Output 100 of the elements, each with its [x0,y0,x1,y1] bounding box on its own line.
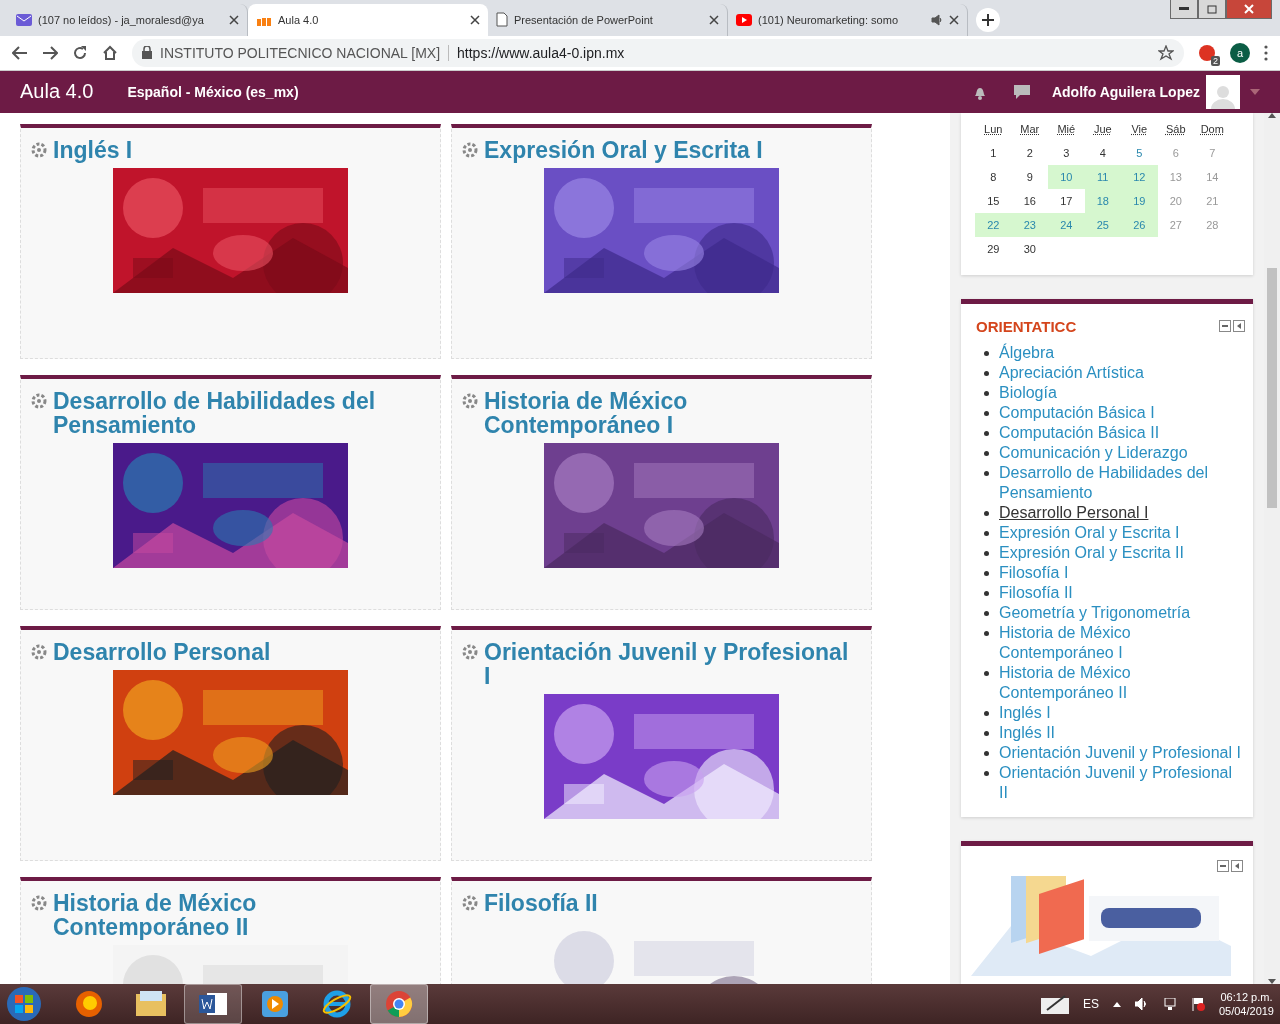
caret-icon[interactable] [1250,88,1260,95]
firefox-icon[interactable] [75,990,103,1018]
course-link[interactable]: Biología [999,382,1057,403]
course-link[interactable]: Expresión Oral y Escrita II [999,542,1184,563]
calendar-day[interactable]: 21 [1194,188,1231,213]
course-title[interactable]: Desarrollo Personal [53,639,271,664]
course-link[interactable]: Computación Básica I [999,402,1155,423]
new-tab-button[interactable] [976,7,1000,32]
course-link[interactable]: Filosofía II [999,582,1073,603]
course-link[interactable]: Orientación Juvenil y Profesional II [999,762,1245,803]
calendar-day[interactable]: 24 [1048,212,1085,237]
calendar-day[interactable]: 18 [1084,188,1121,213]
dock-button[interactable] [1233,320,1245,333]
reload-icon[interactable] [72,44,88,61]
course-link[interactable]: Orientación Juvenil y Profesional I [999,742,1241,763]
network-icon[interactable] [1162,998,1177,1010]
forward-icon[interactable] [42,45,58,60]
media-player-icon[interactable] [262,991,288,1017]
close-button[interactable] [1226,0,1272,19]
calendar-day[interactable]: 6 [1157,140,1194,165]
language-menu[interactable]: Español - México (es_mx) [127,83,972,100]
calendar-day[interactable]: 11 [1084,164,1121,189]
calendar-day[interactable]: 27 [1157,212,1194,237]
calendar-day[interactable]: 1 [975,140,1012,165]
calendar-day[interactable]: 16 [1011,188,1048,213]
calendar-day[interactable]: 15 [975,188,1012,213]
calendar-day[interactable]: 10 [1048,164,1085,189]
scrollbar[interactable] [1264,112,1280,984]
dock-button[interactable] [1231,859,1243,872]
volume-icon[interactable] [1134,998,1149,1010]
course-link[interactable]: Historia de México Contemporáneo I [999,622,1245,663]
course-title[interactable]: Historia de México Contemporáneo II [53,890,430,939]
site-brand[interactable]: Aula 4.0 [20,80,94,104]
address-bar[interactable]: INSTITUTO POLITECNICO NACIONAL [MX] https://www.aula4-0.ipn.mx [132,38,1184,67]
menu-icon[interactable] [1264,44,1268,61]
user-avatar[interactable] [1206,74,1240,109]
start-button[interactable] [6,986,42,1022]
user-name[interactable]: Adolfo Aguilera Lopez [1051,83,1200,100]
course-link[interactable]: Geometría y Trigonometría [999,602,1191,623]
course-link[interactable]: Inglés II [999,722,1056,743]
course-title[interactable]: Filosofía II [484,890,598,915]
tray-arrow-icon[interactable] [1112,1001,1121,1007]
course-link[interactable]: Expresión Oral y Escrita I [999,522,1180,543]
calendar-day[interactable]: 12 [1121,164,1158,189]
minimize-button[interactable] [1170,0,1198,19]
close-icon[interactable] [470,14,480,25]
course-link[interactable]: Desarrollo de Habilidades del Pensamiento [999,462,1245,503]
collapse-button[interactable] [1219,320,1231,333]
calendar-day[interactable]: 30 [1011,236,1048,261]
course-link[interactable]: Desarrollo Personal I [999,502,1149,523]
calendar-day[interactable]: 2 [1011,140,1048,165]
profile-avatar[interactable]: a [1230,42,1250,63]
chrome-icon[interactable] [385,990,413,1018]
close-icon[interactable] [949,14,959,25]
clock[interactable]: 06:12 p.m. 05/04/2019 [1218,990,1274,1018]
calendar-day[interactable]: 29 [975,236,1012,261]
course-link[interactable]: Historia de México Contemporáneo II [999,662,1245,703]
maximize-button[interactable] [1198,0,1226,19]
course-title[interactable]: Historia de México Contemporáneo I [484,388,861,437]
calendar-day[interactable]: 28 [1194,212,1231,237]
calendar-day[interactable]: 20 [1157,188,1194,213]
close-icon[interactable] [709,14,719,25]
course-title[interactable]: Orientación Juvenil y Profesional I [484,639,861,688]
course-link[interactable]: Comunicación y Liderazgo [999,442,1188,463]
calendar-day[interactable]: 7 [1194,140,1231,165]
browser-e-icon[interactable] [322,990,352,1018]
calendar-day[interactable]: 4 [1084,140,1121,165]
browser-tab[interactable]: (107 no leídos) - ja_moralesd@ya [8,3,248,36]
collapse-button[interactable] [1217,859,1229,872]
chat-icon[interactable] [1013,84,1030,99]
pen-input-icon[interactable] [1040,994,1069,1014]
calendar-day[interactable]: 26 [1121,212,1158,237]
action-center-icon[interactable] [1190,997,1205,1011]
calendar-day[interactable]: 19 [1121,188,1158,213]
course-link[interactable]: Álgebra [999,342,1055,363]
home-icon[interactable] [102,44,118,61]
course-link[interactable]: Computación Básica II [999,422,1160,443]
star-icon[interactable] [1158,44,1174,61]
course-link[interactable]: Inglés I [999,702,1051,723]
course-link[interactable]: Filosofía I [999,562,1069,583]
word-icon[interactable] [199,991,227,1017]
course-link[interactable]: Apreciación Artística [999,362,1144,383]
back-icon[interactable] [12,45,28,60]
calendar-day[interactable]: 13 [1157,164,1194,189]
scroll-thumb[interactable] [1267,267,1277,508]
calendar-day[interactable]: 23 [1011,212,1048,237]
course-title[interactable]: Desarrollo de Habilidades del Pensamiento [53,388,430,437]
close-icon[interactable] [229,14,239,25]
calendar-day[interactable]: 3 [1048,140,1085,165]
browser-tab[interactable]: Aula 4.0 [248,3,488,36]
calendar-day[interactable]: 17 [1048,188,1085,213]
folder-icon[interactable] [136,991,166,1017]
course-title[interactable]: Inglés I [53,137,133,162]
course-title[interactable]: Expresión Oral y Escrita I [484,137,763,162]
calendar-day[interactable]: 9 [1011,164,1048,189]
calendar-day[interactable]: 5 [1121,140,1158,165]
calendar-day[interactable]: 22 [975,212,1012,237]
browser-tab[interactable]: (101) Neuromarketing: somo [728,3,968,36]
browser-tab[interactable]: Presentación de PowerPoint [488,3,728,36]
calendar-day[interactable]: 14 [1194,164,1231,189]
